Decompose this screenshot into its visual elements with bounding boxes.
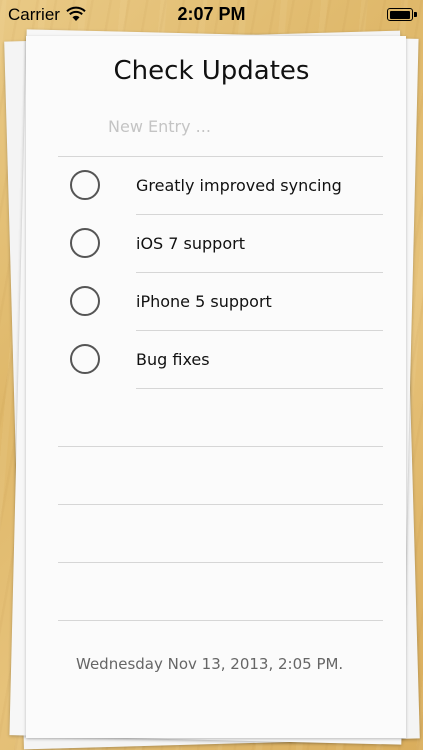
list-item-label: iOS 7 support bbox=[136, 234, 245, 253]
list-item-label: Greatly improved syncing bbox=[136, 176, 342, 195]
list-item-label: Bug fixes bbox=[136, 350, 210, 369]
circle-checkbox-icon[interactable] bbox=[70, 228, 100, 258]
empty-line[interactable] bbox=[58, 446, 383, 447]
note-timestamp: Wednesday Nov 13, 2013, 2:05 PM. bbox=[76, 655, 344, 673]
divider bbox=[136, 272, 383, 273]
list-item-label: iPhone 5 support bbox=[136, 292, 272, 311]
battery-icon bbox=[387, 8, 417, 21]
new-entry-input[interactable] bbox=[108, 117, 368, 136]
list-item[interactable]: iPhone 5 support bbox=[58, 274, 388, 332]
circle-checkbox-icon[interactable] bbox=[70, 286, 100, 316]
empty-line[interactable] bbox=[58, 562, 383, 563]
divider bbox=[136, 330, 383, 331]
divider bbox=[136, 214, 383, 215]
divider bbox=[136, 388, 383, 389]
status-bar: Carrier 2:07 PM bbox=[0, 0, 423, 30]
divider bbox=[58, 156, 383, 157]
list-item[interactable]: Greatly improved syncing bbox=[58, 158, 388, 216]
battery-fill bbox=[389, 10, 410, 19]
list-item[interactable]: Bug fixes bbox=[58, 332, 388, 390]
empty-line[interactable] bbox=[58, 620, 383, 621]
note-title[interactable]: Check Updates bbox=[0, 56, 423, 86]
status-time: 2:07 PM bbox=[177, 4, 246, 24]
circle-checkbox-icon[interactable] bbox=[70, 170, 100, 200]
empty-line[interactable] bbox=[58, 504, 383, 505]
circle-checkbox-icon[interactable] bbox=[70, 344, 100, 374]
list-item[interactable]: iOS 7 support bbox=[58, 216, 388, 274]
